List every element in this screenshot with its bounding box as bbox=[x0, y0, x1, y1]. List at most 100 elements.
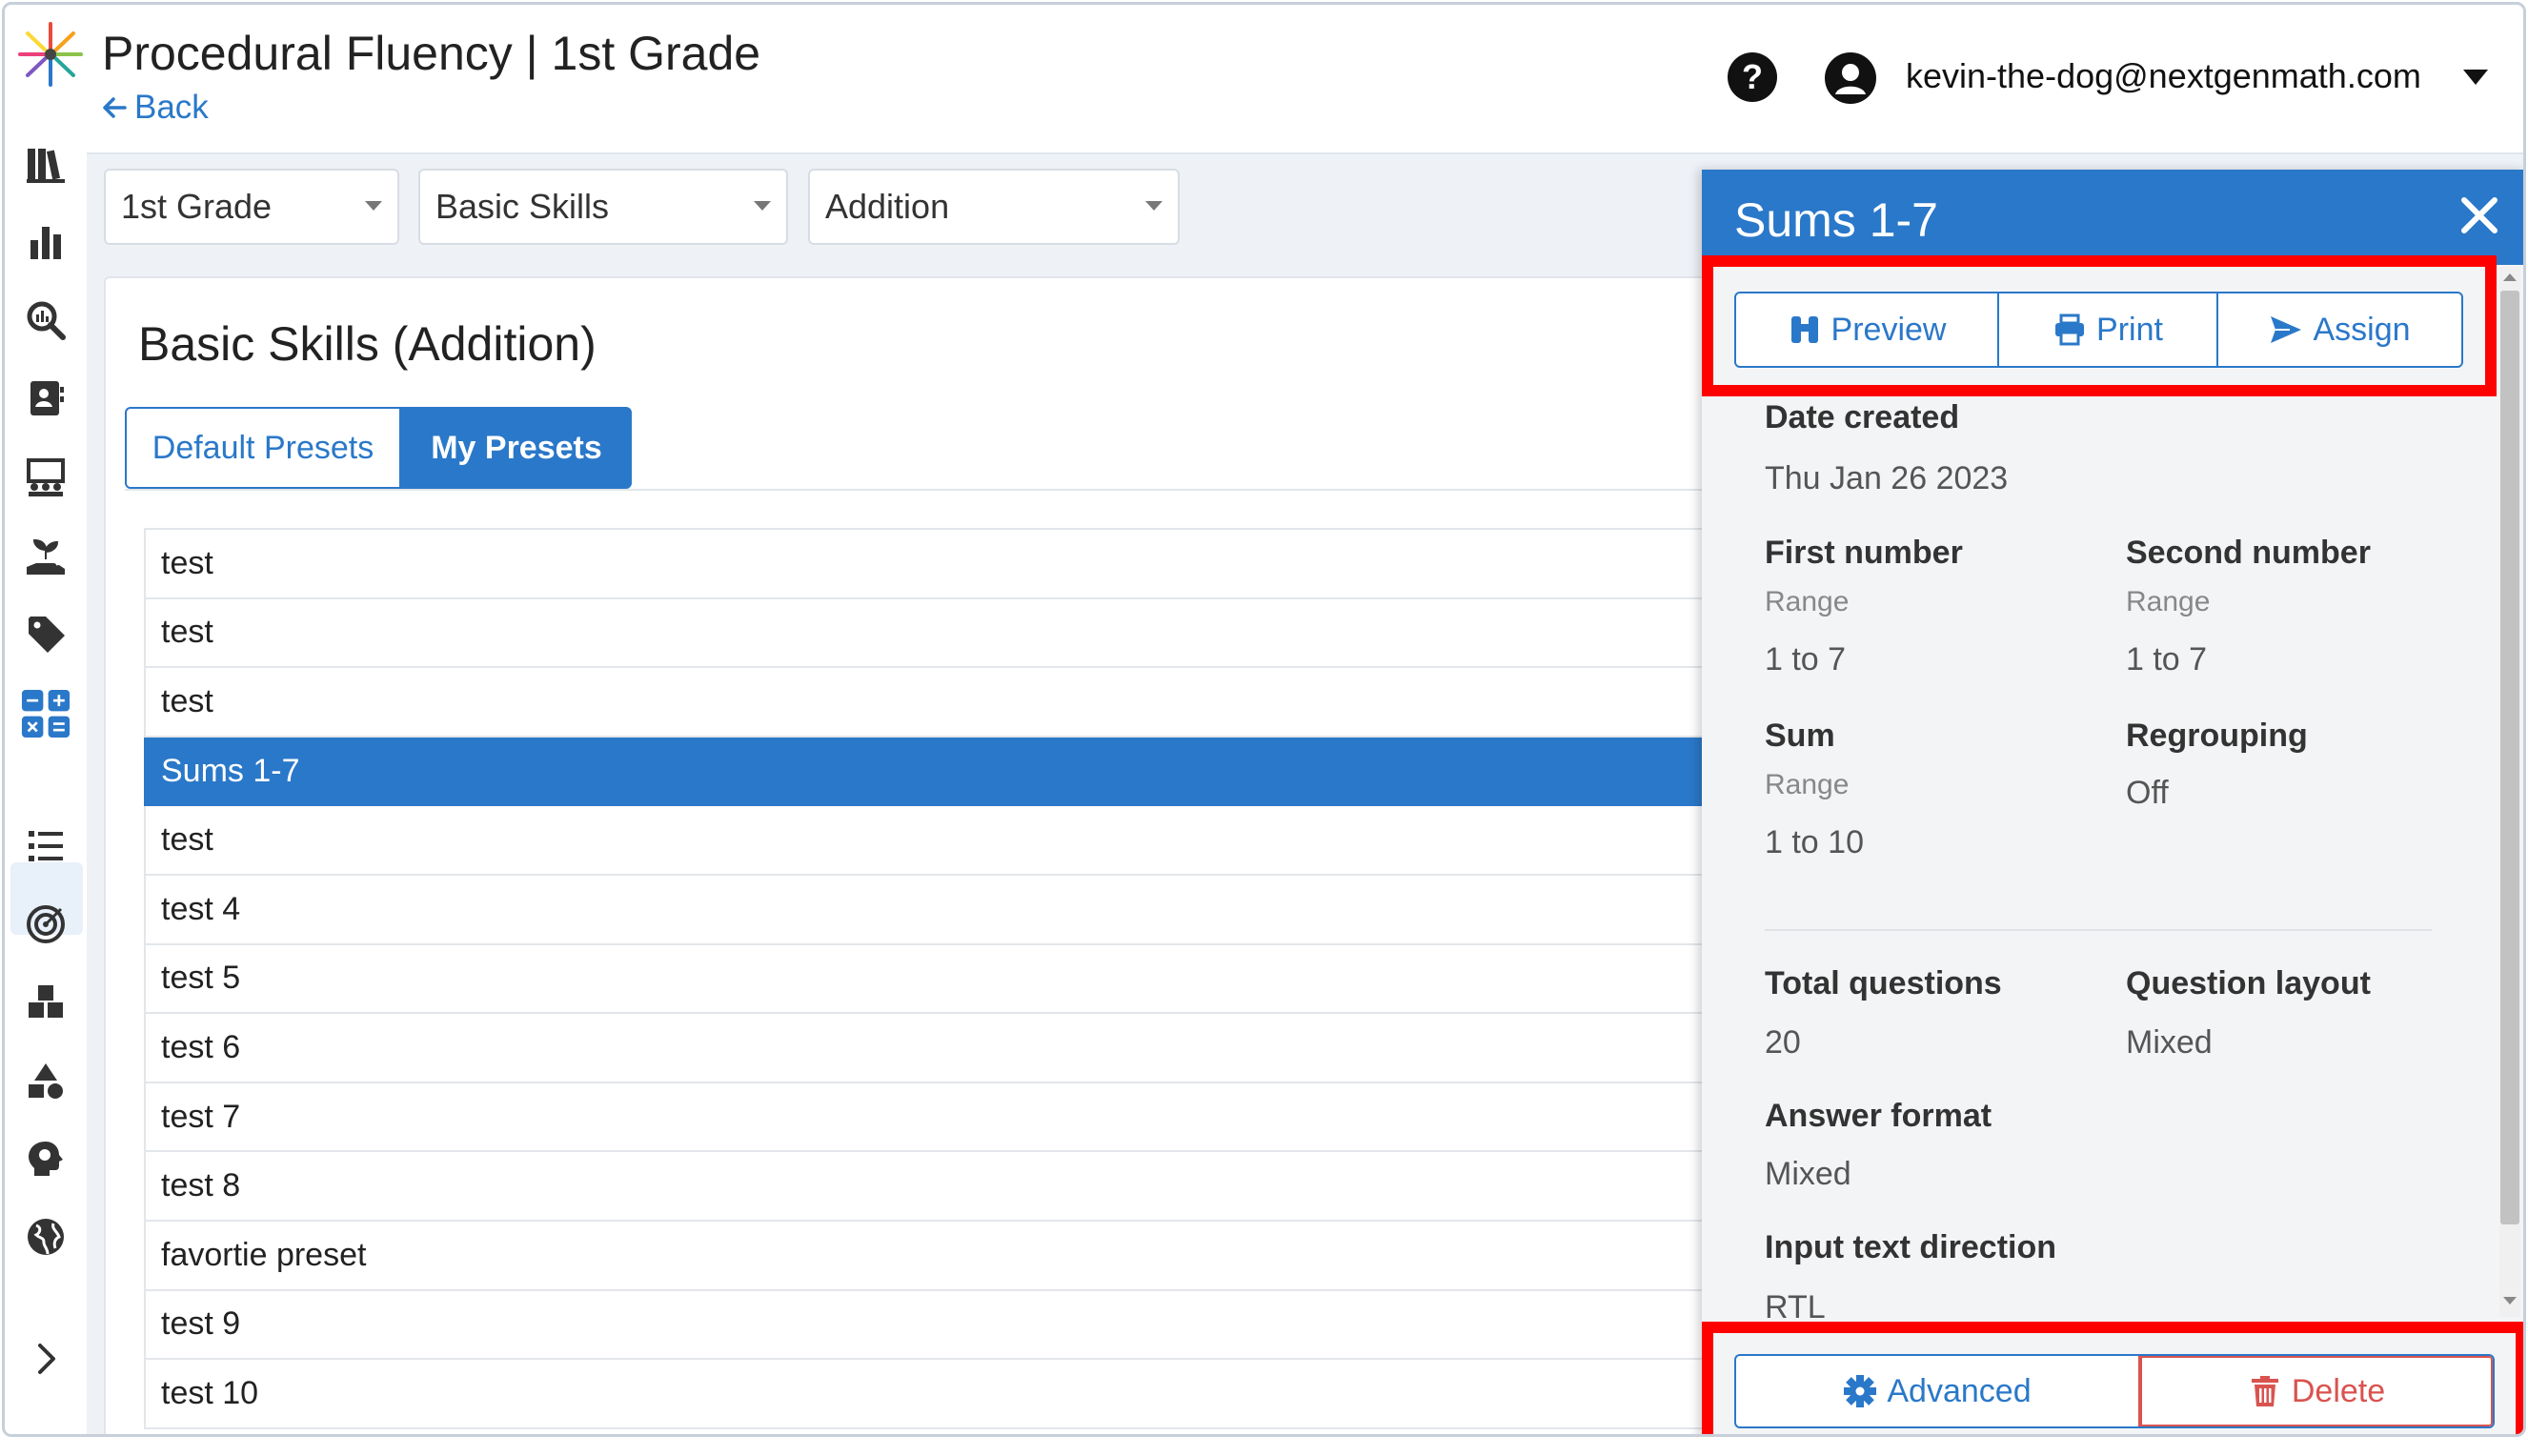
total-questions-value: 20 bbox=[1765, 1024, 1801, 1061]
tag-icon bbox=[29, 617, 65, 653]
target-icon bbox=[27, 905, 65, 943]
preset-item[interactable]: test 7 bbox=[144, 1082, 1764, 1153]
sidebar-item-lists[interactable] bbox=[24, 824, 68, 868]
shapes-icon bbox=[29, 1063, 63, 1099]
sidebar-item-students[interactable] bbox=[24, 376, 68, 420]
numbered-list-icon bbox=[29, 831, 63, 861]
panel-header: Sums 1-7 bbox=[1702, 170, 2523, 265]
grade-select[interactable]: 1st Grade bbox=[104, 169, 399, 245]
bar-chart-icon bbox=[30, 227, 61, 259]
preset-item[interactable]: test 6 bbox=[144, 1014, 1764, 1083]
preset-item[interactable]: favortie preset bbox=[144, 1221, 1764, 1291]
help-icon[interactable]: ? bbox=[1728, 52, 1777, 102]
tab-my-presets[interactable]: My Presets bbox=[401, 407, 632, 489]
panel-divider bbox=[1765, 929, 2432, 931]
close-icon[interactable] bbox=[2451, 187, 2508, 244]
preset-item[interactable]: test bbox=[144, 668, 1764, 738]
second-number-sub: Range bbox=[2126, 586, 2211, 617]
annotation-highlight-actions bbox=[1702, 255, 2497, 396]
user-email[interactable]: kevin-the-dog@nextgenmath.com bbox=[1906, 56, 2421, 96]
back-link[interactable]: Back bbox=[100, 89, 209, 127]
sidebar-item-thinking[interactable] bbox=[24, 1137, 68, 1181]
tabs-divider bbox=[125, 489, 1741, 491]
question-layout-label: Question layout bbox=[2126, 965, 2371, 1001]
total-questions-label: Total questions bbox=[1765, 965, 2002, 1001]
input-direction-label: Input text direction bbox=[1765, 1229, 2056, 1265]
sidebar-item-search[interactable] bbox=[24, 298, 68, 342]
preset-item[interactable]: test 5 bbox=[144, 944, 1764, 1015]
sidebar-item-classroom[interactable] bbox=[24, 455, 68, 499]
app-window: Procedural Fluency | 1st Grade Back ? ke… bbox=[2, 2, 2526, 1437]
first-number-sub: Range bbox=[1765, 586, 1850, 617]
regrouping-value: Off bbox=[2126, 775, 2169, 811]
sidebar bbox=[5, 138, 87, 1434]
panel-title: Sums 1-7 bbox=[1734, 193, 1938, 247]
sidebar-item-library[interactable] bbox=[24, 142, 68, 186]
panel-scrollbar-thumb[interactable] bbox=[2500, 291, 2519, 1224]
sidebar-item-shapes[interactable] bbox=[24, 1059, 68, 1102]
scroll-up-icon[interactable] bbox=[2503, 273, 2517, 281]
contact-card-icon bbox=[30, 381, 64, 415]
second-number-label: Second number bbox=[2126, 535, 2371, 571]
preset-item[interactable]: test 10 bbox=[144, 1360, 1764, 1429]
date-created-value: Thu Jan 26 2023 bbox=[1765, 460, 2009, 496]
regrouping-label: Regrouping bbox=[2126, 718, 2308, 754]
preset-item[interactable]: test 9 bbox=[144, 1290, 1764, 1361]
second-number-value: 1 to 7 bbox=[2126, 641, 2208, 677]
first-number-label: First number bbox=[1765, 535, 1963, 571]
scroll-down-icon[interactable] bbox=[2503, 1297, 2517, 1304]
date-created-label: Date created bbox=[1765, 399, 1960, 435]
sum-label: Sum bbox=[1765, 718, 1835, 754]
page-title: Procedural Fluency | 1st Grade bbox=[102, 27, 761, 80]
preset-item[interactable]: test 4 bbox=[144, 875, 1764, 945]
nextgenmath-logo-icon[interactable] bbox=[14, 18, 87, 91]
operation-select-value: Addition bbox=[825, 187, 950, 226]
back-label: Back bbox=[134, 89, 209, 126]
magnify-chart-icon bbox=[27, 301, 66, 340]
chevron-down-icon bbox=[754, 201, 771, 211]
chevron-down-icon bbox=[365, 201, 382, 211]
brain-head-icon bbox=[29, 1142, 63, 1176]
annotation-highlight-footer bbox=[1702, 1322, 2523, 1434]
sidebar-item-growth[interactable] bbox=[24, 534, 68, 577]
card-title: Basic Skills (Addition) bbox=[138, 317, 597, 371]
calculator-icon bbox=[21, 689, 71, 738]
preset-item[interactable]: test bbox=[144, 598, 1764, 669]
sidebar-item-manipulatives[interactable] bbox=[24, 981, 68, 1024]
preset-item-selected[interactable]: Sums 1-7 bbox=[144, 737, 1764, 807]
preset-tabs: Default Presets My Presets bbox=[125, 407, 632, 489]
sidebar-item-tags[interactable] bbox=[24, 612, 68, 656]
answer-format-value: Mixed bbox=[1765, 1156, 1851, 1192]
arrow-left-icon bbox=[103, 97, 127, 118]
globe-icon bbox=[28, 1219, 64, 1255]
sum-sub: Range bbox=[1765, 769, 1850, 800]
preset-item[interactable]: test 8 bbox=[144, 1152, 1764, 1222]
preset-item[interactable]: test bbox=[144, 806, 1764, 876]
answer-format-label: Answer format bbox=[1765, 1098, 1992, 1134]
sidebar-item-goals[interactable] bbox=[24, 902, 68, 946]
seedling-hand-icon bbox=[27, 538, 65, 575]
classroom-icon bbox=[27, 458, 65, 496]
user-menu-caret-icon[interactable] bbox=[2463, 70, 2488, 85]
chevron-down-icon bbox=[1145, 201, 1163, 211]
category-select[interactable]: Basic Skills bbox=[418, 169, 788, 245]
input-direction-value: RTL bbox=[1765, 1289, 1826, 1318]
sidebar-expand-button[interactable] bbox=[24, 1337, 68, 1381]
sum-value: 1 to 10 bbox=[1765, 824, 1864, 860]
user-avatar-icon[interactable] bbox=[1825, 52, 1876, 104]
preset-item[interactable]: test bbox=[144, 530, 1764, 599]
question-layout-value: Mixed bbox=[2126, 1024, 2213, 1061]
sidebar-item-reports[interactable] bbox=[24, 220, 68, 264]
operation-select[interactable]: Addition bbox=[808, 169, 1180, 245]
sidebar-item-procedural-fluency[interactable] bbox=[18, 686, 73, 741]
tab-default-presets[interactable]: Default Presets bbox=[125, 407, 401, 489]
cubes-icon bbox=[29, 985, 63, 1018]
presets-card: Basic Skills (Addition) Default Presets … bbox=[104, 276, 1764, 1434]
sidebar-item-global[interactable] bbox=[24, 1215, 68, 1259]
preset-list: test test test Sums 1-7 test test 4 test… bbox=[144, 528, 1764, 1429]
books-icon bbox=[27, 149, 65, 183]
chevron-right-icon bbox=[38, 1344, 55, 1374]
grade-select-value: 1st Grade bbox=[121, 187, 273, 226]
first-number-value: 1 to 7 bbox=[1765, 641, 1847, 677]
category-select-value: Basic Skills bbox=[435, 187, 610, 226]
